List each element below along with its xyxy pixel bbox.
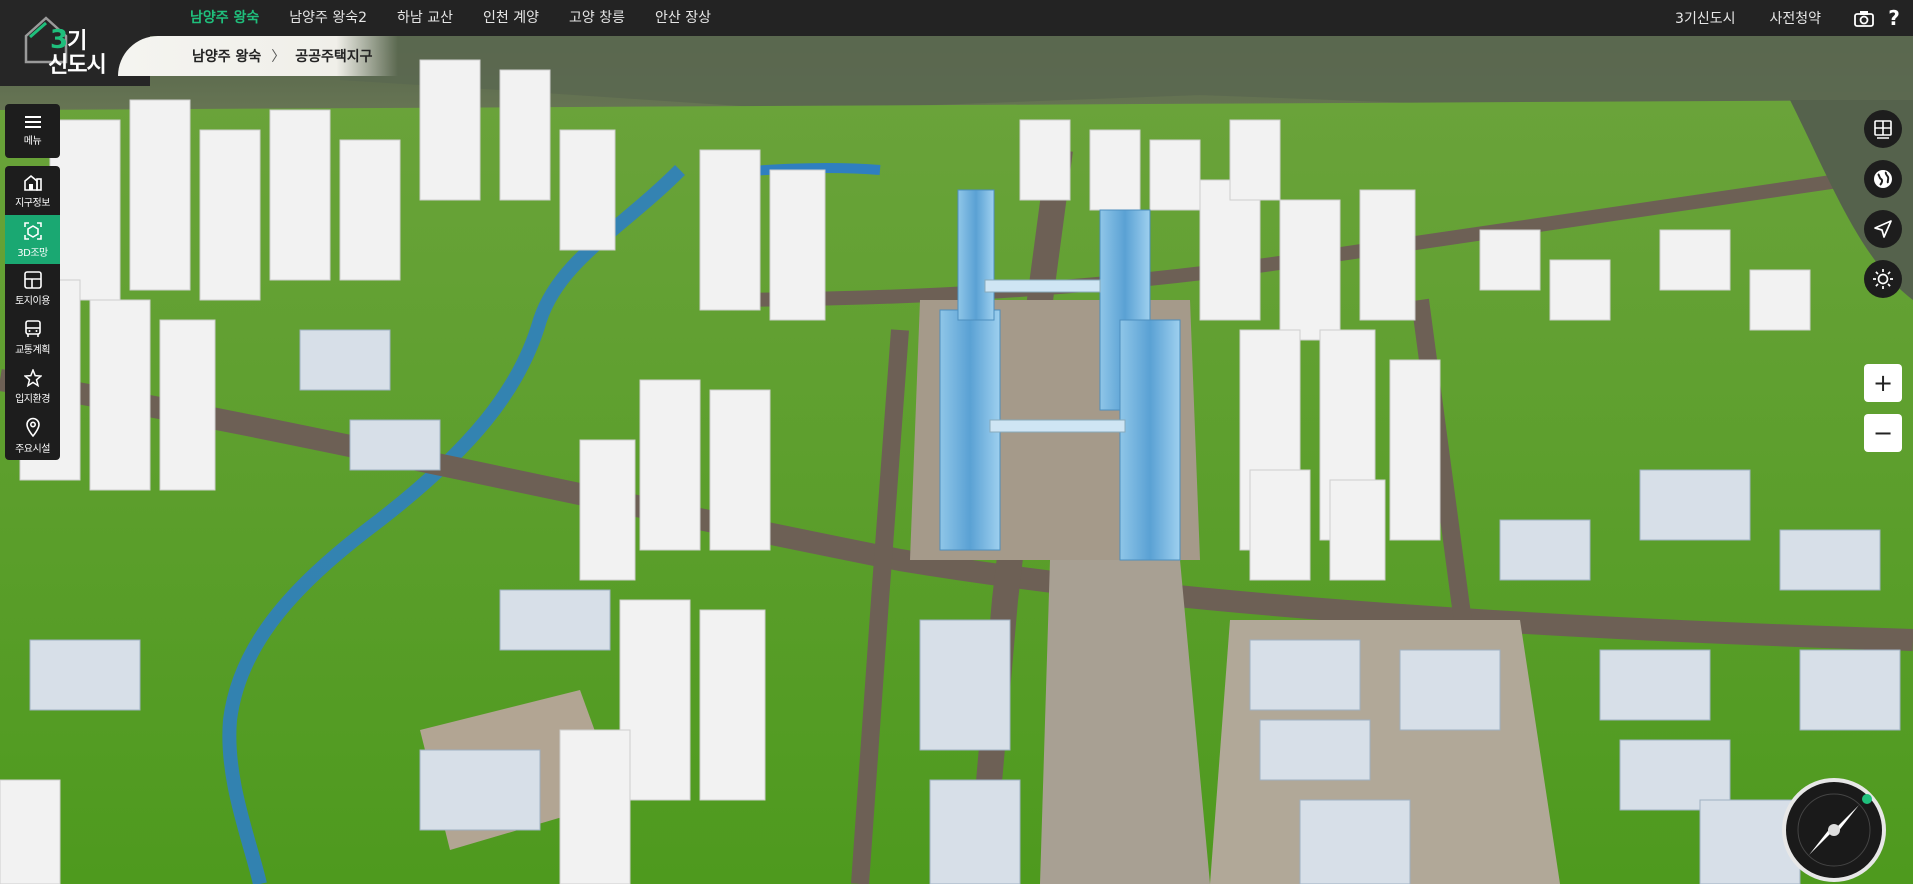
breadcrumb-district[interactable]: 남양주 왕숙	[192, 46, 261, 66]
camera-icon[interactable]	[1849, 0, 1879, 36]
hamburger-icon	[24, 116, 41, 128]
zoom-out-button[interactable]: −	[1864, 414, 1902, 452]
tab-hanam-gyosan[interactable]: 하남 교산	[382, 0, 468, 36]
sidebar-item-environment[interactable]: 입지환경	[5, 362, 60, 411]
location-pin-icon	[25, 417, 40, 437]
breadcrumb-separator: 〉	[271, 49, 286, 65]
sidebar-item-land-use[interactable]: 토지이용	[5, 264, 60, 313]
sidebar-item-label: 토지이용	[15, 295, 50, 307]
compass-icon	[1797, 793, 1872, 867]
sidebar-item-label: 지구정보	[15, 197, 50, 209]
navigate-icon	[1874, 220, 1892, 238]
breadcrumb: 남양주 왕숙 〉 공공주택지구	[118, 36, 398, 76]
sidebar-item-district-info[interactable]: 지구정보	[5, 166, 60, 215]
land-use-icon	[23, 270, 42, 289]
top-right-actions: 3기신도시 사전청약 ?	[1658, 0, 1913, 36]
menu-label: 메뉴	[23, 136, 42, 147]
help-glyph: ?	[1888, 6, 1900, 30]
district-info-icon	[23, 174, 42, 191]
tab-ansan-jangsang[interactable]: 안산 장상	[640, 0, 726, 36]
link-3gi-newtown[interactable]: 3기신도시	[1658, 8, 1752, 28]
help-icon[interactable]: ?	[1879, 0, 1909, 36]
bus-icon	[24, 319, 41, 337]
sidebar-item-label: 주요시설	[15, 443, 50, 455]
3d-view-icon	[23, 221, 42, 240]
lighting-button[interactable]	[1864, 260, 1902, 298]
tab-goyang-changneung[interactable]: 고양 창릉	[554, 0, 640, 36]
globe-button[interactable]	[1864, 160, 1902, 198]
sidebar-item-transport[interactable]: 교통계획	[5, 313, 60, 362]
layers-icon	[1874, 120, 1892, 139]
city-render	[0, 0, 1913, 884]
logo-line2: 신도시	[48, 53, 107, 78]
district-tabs: 남양주 왕숙 남양주 왕숙2 하남 교산 인천 계양 고양 창릉 안산 장상	[175, 0, 726, 36]
sidebar-item-3d-view[interactable]: 3D조망	[5, 215, 60, 264]
sidebar-item-label: 입지환경	[15, 393, 50, 405]
logo-number: 3	[50, 25, 68, 55]
3d-map-view[interactable]	[0, 0, 1913, 884]
sidebar-item-facilities[interactable]: 주요시설	[5, 411, 60, 460]
compass-control[interactable]	[1782, 778, 1886, 882]
tab-incheon-gyeyang[interactable]: 인천 계양	[468, 0, 554, 36]
sidebar-item-label: 교통계획	[15, 344, 50, 356]
zoom-in-button[interactable]: +	[1864, 364, 1902, 402]
sun-icon	[1873, 269, 1893, 289]
menu-button[interactable]: 메뉴	[5, 104, 60, 158]
tab-namyangju-wangsuk[interactable]: 남양주 왕숙	[175, 0, 274, 36]
breadcrumb-zone[interactable]: 공공주택지구	[295, 46, 372, 66]
link-pre-subscription[interactable]: 사전청약	[1752, 8, 1849, 28]
left-sidebar-menu: 메뉴 지구정보 3D조망 토지이용 교통계획 입지환경 주요시설	[5, 104, 60, 468]
sidebar-item-label: 3D조망	[17, 247, 48, 259]
menu-toggle-block: 메뉴	[5, 104, 60, 158]
zoom-out-glyph: −	[1872, 419, 1894, 447]
logo-wordmark: 3기 신도시	[48, 25, 107, 78]
globe-icon	[1874, 170, 1892, 188]
feature-menu-block: 지구정보 3D조망 토지이용 교통계획 입지환경 주요시설	[5, 166, 60, 460]
logo-line1: 기	[67, 29, 87, 54]
zoom-in-glyph: +	[1872, 369, 1894, 397]
tab-namyangju-wangsuk2[interactable]: 남양주 왕숙2	[274, 0, 382, 36]
star-icon	[23, 368, 42, 387]
layers-button[interactable]	[1864, 110, 1902, 148]
navigate-button[interactable]	[1864, 210, 1902, 248]
